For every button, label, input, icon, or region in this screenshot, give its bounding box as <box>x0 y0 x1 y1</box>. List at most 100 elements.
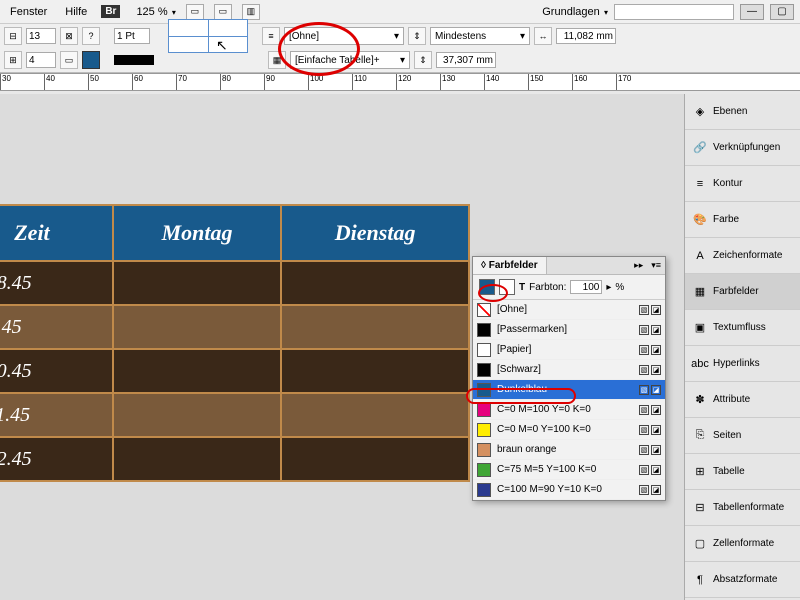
panel-button-kontur[interactable]: ≡Kontur <box>685 166 800 202</box>
cell[interactable] <box>281 305 469 349</box>
cell[interactable] <box>281 393 469 437</box>
panel-label: Tabelle <box>713 466 745 477</box>
cell-width-input[interactable] <box>556 28 616 44</box>
screen-mode-icon[interactable]: ▭ <box>214 4 232 20</box>
swatch-row[interactable]: C=0 M=100 Y=0 K=0▧◪ <box>473 400 665 420</box>
swatch-name: C=100 M=90 Y=10 K=0 <box>497 484 633 495</box>
maximize-button[interactable]: ▢ <box>770 4 794 20</box>
panel-button-tabellenformate[interactable]: ⊟Tabellenformate <box>685 490 800 526</box>
swatch-row[interactable]: C=100 M=90 Y=10 K=0▧◪ <box>473 480 665 500</box>
tint-input[interactable] <box>570 280 602 294</box>
merge-icon[interactable]: ▭ <box>60 51 78 69</box>
time-cell[interactable]: 0 - 9.45 <box>0 305 113 349</box>
cell[interactable] <box>281 261 469 305</box>
panel-icon: ≡ <box>693 177 707 191</box>
panel-icon: ⊟ <box>693 501 707 515</box>
container-toggle[interactable] <box>499 279 515 295</box>
horizontal-ruler[interactable]: 30405060708090100110120130140150160170 <box>0 73 800 91</box>
tab-farbfelder[interactable]: ◊ Farbfelder <box>473 257 547 274</box>
swatch-row[interactable]: C=75 M=5 Y=100 K=0▧◪ <box>473 460 665 480</box>
time-cell[interactable]: 0 - 10.45 <box>0 349 113 393</box>
view-mode-icon[interactable]: ▭ <box>186 4 204 20</box>
panel-menu-icon[interactable]: ▾≡ <box>647 257 665 274</box>
time-cell[interactable]: 0 - 12.45 <box>0 437 113 481</box>
panel-button-farbe[interactable]: 🎨Farbe <box>685 202 800 238</box>
control-bar: ⊟ ⊠ ? ↖ ≡ [Ohne]▾ ⇕ Mindestens▾ ↔ ⊞ ▭ ▦ … <box>0 24 800 73</box>
fill-swatch-icon[interactable] <box>82 51 100 69</box>
panel-button-textumfluss[interactable]: ▣Textumfluss <box>685 310 800 346</box>
cell[interactable] <box>113 261 281 305</box>
stroke-preset-dropdown[interactable]: [Ohne]▾ <box>284 27 404 45</box>
swatch-row[interactable]: [Papier]▧◪ <box>473 340 665 360</box>
swatch-chip <box>477 403 491 417</box>
minimize-button[interactable]: — <box>740 4 764 20</box>
cell-height-icon: ⇕ <box>414 51 432 69</box>
cell[interactable] <box>281 437 469 481</box>
swatch-name: C=0 M=0 Y=100 K=0 <box>497 424 633 435</box>
cell[interactable] <box>113 305 281 349</box>
ruler-tick: 80 <box>220 74 231 90</box>
delete-row-icon[interactable]: ⊠ <box>60 27 78 45</box>
bridge-badge[interactable]: Br <box>101 5 120 18</box>
schedule-table[interactable]: Zeit Montag Dienstag 00 - 8.45 0 - 9.45 … <box>0 204 470 482</box>
time-cell[interactable]: 00 - 8.45 <box>0 261 113 305</box>
swatch-flag-icon: ◪ <box>651 425 661 435</box>
panel-button-absatzformate[interactable]: ¶Absatzformate <box>685 562 800 598</box>
ruler-tick: 70 <box>176 74 187 90</box>
cell-height-input[interactable] <box>436 52 496 68</box>
panel-button-zeichenformate[interactable]: AZeichenformate <box>685 238 800 274</box>
panel-button-zellenformate[interactable]: ▢Zellenformate <box>685 526 800 562</box>
cell[interactable] <box>113 349 281 393</box>
search-input[interactable] <box>614 4 734 20</box>
stroke-color-swatch[interactable] <box>114 55 154 65</box>
swatch-row[interactable]: [Ohne]▧◪ <box>473 300 665 320</box>
ruler-tick: 60 <box>132 74 143 90</box>
menu-fenster[interactable]: Fenster <box>6 4 51 20</box>
tint-arrow-icon[interactable]: ▸ <box>606 282 611 293</box>
panel-button-hyperlinks[interactable]: abcHyperlinks <box>685 346 800 382</box>
panel-button-farbfelder[interactable]: ▦Farbfelder <box>685 274 800 310</box>
panel-button-ebenen[interactable]: ◈Ebenen <box>685 94 800 130</box>
table-row: 0 - 12.45 <box>0 437 469 481</box>
swatch-row[interactable]: Dunkelblau▧◪ <box>473 380 665 400</box>
rows-input[interactable] <box>26 28 56 44</box>
ruler-tick: 90 <box>264 74 275 90</box>
stroke-weight-input[interactable] <box>114 28 150 44</box>
cell[interactable] <box>113 437 281 481</box>
swatch-row[interactable]: C=0 M=0 Y=100 K=0▧◪ <box>473 420 665 440</box>
table-border-selector[interactable] <box>168 19 248 53</box>
cols-input[interactable] <box>26 52 56 68</box>
swatches-panel[interactable]: ◊ Farbfelder ▸▸ ▾≡ T Farbton: ▸ % [Ohne]… <box>472 256 666 501</box>
panel-button-tabelle[interactable]: ⊞ Tabelle <box>685 454 800 490</box>
header-zeit[interactable]: Zeit <box>0 205 113 261</box>
cell[interactable] <box>113 393 281 437</box>
swatch-row[interactable]: [Passermarken]▧◪ <box>473 320 665 340</box>
zoom-level[interactable]: 125 % ▾ <box>136 6 175 18</box>
panel-icon: ⊞ <box>693 465 707 479</box>
help-icon[interactable]: ? <box>82 27 100 45</box>
panel-button-attribute[interactable]: ✽Attribute <box>685 382 800 418</box>
row-height-mode-dropdown[interactable]: Mindestens▾ <box>430 27 530 45</box>
time-cell[interactable]: 0 - 11.45 <box>0 393 113 437</box>
swatch-flag-icon: ▧ <box>639 385 649 395</box>
swatch-row[interactable]: [Schwarz]▧◪ <box>473 360 665 380</box>
swatch-name: [Passermarken] <box>497 324 633 335</box>
right-panel-dock: ◈Ebenen🔗Verknüpfungen≡Kontur🎨FarbeAZeich… <box>684 94 800 600</box>
text-swatch-toggle[interactable]: T <box>519 282 525 293</box>
arrange-icon[interactable]: ▥ <box>242 4 260 20</box>
swatch-row[interactable]: braun orange▧◪ <box>473 440 665 460</box>
cols-icon: ⊞ <box>4 51 22 69</box>
header-dienstag[interactable]: Dienstag <box>281 205 469 261</box>
header-montag[interactable]: Montag <box>113 205 281 261</box>
panel-collapse-icon[interactable]: ▸▸ <box>630 257 647 274</box>
panel-button-seiten[interactable]: ⎘Seiten <box>685 418 800 454</box>
fill-stroke-toggle[interactable] <box>479 279 495 295</box>
menu-hilfe[interactable]: Hilfe <box>61 4 91 20</box>
workspace-switcher[interactable]: Grundlagen ▾ <box>542 6 608 18</box>
cell[interactable] <box>281 349 469 393</box>
panel-label: Zellenformate <box>713 538 774 549</box>
swatch-name: [Papier] <box>497 344 633 355</box>
panel-label: Verknüpfungen <box>713 142 780 153</box>
panel-button-verknüpfungen[interactable]: 🔗Verknüpfungen <box>685 130 800 166</box>
cell-style-dropdown[interactable]: [Einfache Tabelle]+▾ <box>290 51 410 69</box>
